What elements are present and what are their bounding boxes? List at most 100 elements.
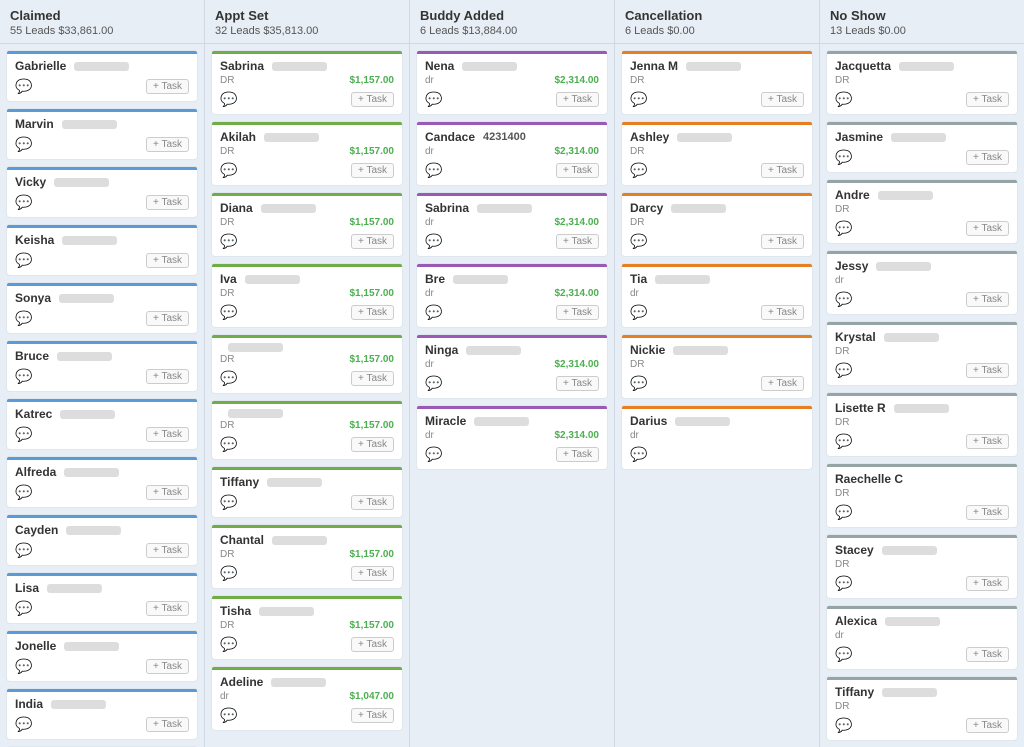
list-item[interactable]: AkilahDR$1,157.00💬+ Task <box>211 121 403 186</box>
list-item[interactable]: Keisha💬+ Task <box>6 224 198 276</box>
list-item[interactable]: Bruce💬+ Task <box>6 340 198 392</box>
chat-icon[interactable]: 💬 <box>15 252 32 269</box>
chat-icon[interactable]: 💬 <box>835 291 852 308</box>
chat-icon[interactable]: 💬 <box>630 375 647 392</box>
chat-icon[interactable]: 💬 <box>15 310 32 327</box>
list-item[interactable]: IvaDR$1,157.00💬+ Task <box>211 263 403 328</box>
add-task-button[interactable]: + Task <box>556 376 599 391</box>
list-item[interactable]: Sabrinadr$2,314.00💬+ Task <box>416 192 608 257</box>
list-item[interactable]: DarcyDR💬+ Task <box>621 192 813 257</box>
add-task-button[interactable]: + Task <box>556 234 599 249</box>
chat-icon[interactable]: 💬 <box>425 233 442 250</box>
chat-icon[interactable]: 💬 <box>220 707 237 724</box>
chat-icon[interactable]: 💬 <box>220 233 237 250</box>
chat-icon[interactable]: 💬 <box>630 162 647 179</box>
list-item[interactable]: Lisette RDR💬+ Task <box>826 392 1018 457</box>
add-task-button[interactable]: + Task <box>966 576 1009 591</box>
chat-icon[interactable]: 💬 <box>220 91 237 108</box>
add-task-button[interactable]: + Task <box>966 718 1009 733</box>
chat-icon[interactable]: 💬 <box>425 446 442 463</box>
chat-icon[interactable]: 💬 <box>425 162 442 179</box>
list-item[interactable]: Candace4231400dr$2,314.00💬+ Task <box>416 121 608 186</box>
add-task-button[interactable]: + Task <box>966 292 1009 307</box>
add-task-button[interactable]: + Task <box>761 92 804 107</box>
chat-icon[interactable]: 💬 <box>15 542 32 559</box>
add-task-button[interactable]: + Task <box>146 601 189 616</box>
add-task-button[interactable]: + Task <box>146 485 189 500</box>
list-item[interactable]: DR$1,157.00💬+ Task <box>211 334 403 394</box>
chat-icon[interactable]: 💬 <box>15 194 32 211</box>
chat-icon[interactable]: 💬 <box>220 494 237 511</box>
add-task-button[interactable]: + Task <box>351 437 394 452</box>
chat-icon[interactable]: 💬 <box>425 91 442 108</box>
list-item[interactable]: Raechelle CDR💬+ Task <box>826 463 1018 528</box>
add-task-button[interactable]: + Task <box>146 717 189 732</box>
chat-icon[interactable]: 💬 <box>835 91 852 108</box>
list-item[interactable]: Jasmine💬+ Task <box>826 121 1018 173</box>
list-item[interactable]: NickieDR💬+ Task <box>621 334 813 399</box>
add-task-button[interactable]: + Task <box>351 305 394 320</box>
chat-icon[interactable]: 💬 <box>835 717 852 734</box>
chat-icon[interactable]: 💬 <box>630 304 647 321</box>
list-item[interactable]: TiffanyDR💬+ Task <box>826 676 1018 741</box>
list-item[interactable]: AndreDR💬+ Task <box>826 179 1018 244</box>
list-item[interactable]: Jonelle💬+ Task <box>6 630 198 682</box>
add-task-button[interactable]: + Task <box>761 163 804 178</box>
chat-icon[interactable]: 💬 <box>835 149 852 166</box>
add-task-button[interactable]: + Task <box>351 92 394 107</box>
chat-icon[interactable]: 💬 <box>15 600 32 617</box>
list-item[interactable]: ChantalDR$1,157.00💬+ Task <box>211 524 403 589</box>
chat-icon[interactable]: 💬 <box>835 362 852 379</box>
list-item[interactable]: Sonya💬+ Task <box>6 282 198 334</box>
add-task-button[interactable]: + Task <box>351 163 394 178</box>
list-item[interactable]: Tiadr💬+ Task <box>621 263 813 328</box>
chat-icon[interactable]: 💬 <box>15 368 32 385</box>
chat-icon[interactable]: 💬 <box>15 658 32 675</box>
list-item[interactable]: Nenadr$2,314.00💬+ Task <box>416 50 608 115</box>
add-task-button[interactable]: + Task <box>146 311 189 326</box>
chat-icon[interactable]: 💬 <box>15 136 32 153</box>
list-item[interactable]: Alfreda💬+ Task <box>6 456 198 508</box>
add-task-button[interactable]: + Task <box>966 434 1009 449</box>
list-item[interactable]: Jessydr💬+ Task <box>826 250 1018 315</box>
add-task-button[interactable]: + Task <box>556 163 599 178</box>
add-task-button[interactable]: + Task <box>761 305 804 320</box>
list-item[interactable]: Gabrielle💬+ Task <box>6 50 198 102</box>
list-item[interactable]: TishaDR$1,157.00💬+ Task <box>211 595 403 660</box>
list-item[interactable]: Dariusdr💬 <box>621 405 813 470</box>
chat-icon[interactable]: 💬 <box>630 233 647 250</box>
chat-icon[interactable]: 💬 <box>835 504 852 521</box>
add-task-button[interactable]: + Task <box>146 659 189 674</box>
add-task-button[interactable]: + Task <box>556 305 599 320</box>
add-task-button[interactable]: + Task <box>761 376 804 391</box>
list-item[interactable]: Miracledr$2,314.00💬+ Task <box>416 405 608 470</box>
add-task-button[interactable]: + Task <box>146 137 189 152</box>
chat-icon[interactable]: 💬 <box>220 565 237 582</box>
add-task-button[interactable]: + Task <box>556 92 599 107</box>
chat-icon[interactable]: 💬 <box>220 436 237 453</box>
add-task-button[interactable]: + Task <box>351 637 394 652</box>
list-item[interactable]: DianaDR$1,157.00💬+ Task <box>211 192 403 257</box>
chat-icon[interactable]: 💬 <box>15 426 32 443</box>
chat-icon[interactable]: 💬 <box>835 646 852 663</box>
chat-icon[interactable]: 💬 <box>835 575 852 592</box>
chat-icon[interactable]: 💬 <box>15 78 32 95</box>
list-item[interactable]: Lisa💬+ Task <box>6 572 198 624</box>
list-item[interactable]: Cayden💬+ Task <box>6 514 198 566</box>
add-task-button[interactable]: + Task <box>966 647 1009 662</box>
list-item[interactable]: Alexicadr💬+ Task <box>826 605 1018 670</box>
chat-icon[interactable]: 💬 <box>630 446 647 463</box>
add-task-button[interactable]: + Task <box>556 447 599 462</box>
list-item[interactable]: Bredr$2,314.00💬+ Task <box>416 263 608 328</box>
add-task-button[interactable]: + Task <box>146 195 189 210</box>
list-item[interactable]: DR$1,157.00💬+ Task <box>211 400 403 460</box>
add-task-button[interactable]: + Task <box>146 427 189 442</box>
add-task-button[interactable]: + Task <box>966 92 1009 107</box>
add-task-button[interactable]: + Task <box>351 234 394 249</box>
add-task-button[interactable]: + Task <box>966 363 1009 378</box>
list-item[interactable]: Ningadr$2,314.00💬+ Task <box>416 334 608 399</box>
chat-icon[interactable]: 💬 <box>835 433 852 450</box>
chat-icon[interactable]: 💬 <box>425 375 442 392</box>
chat-icon[interactable]: 💬 <box>630 91 647 108</box>
add-task-button[interactable]: + Task <box>351 566 394 581</box>
